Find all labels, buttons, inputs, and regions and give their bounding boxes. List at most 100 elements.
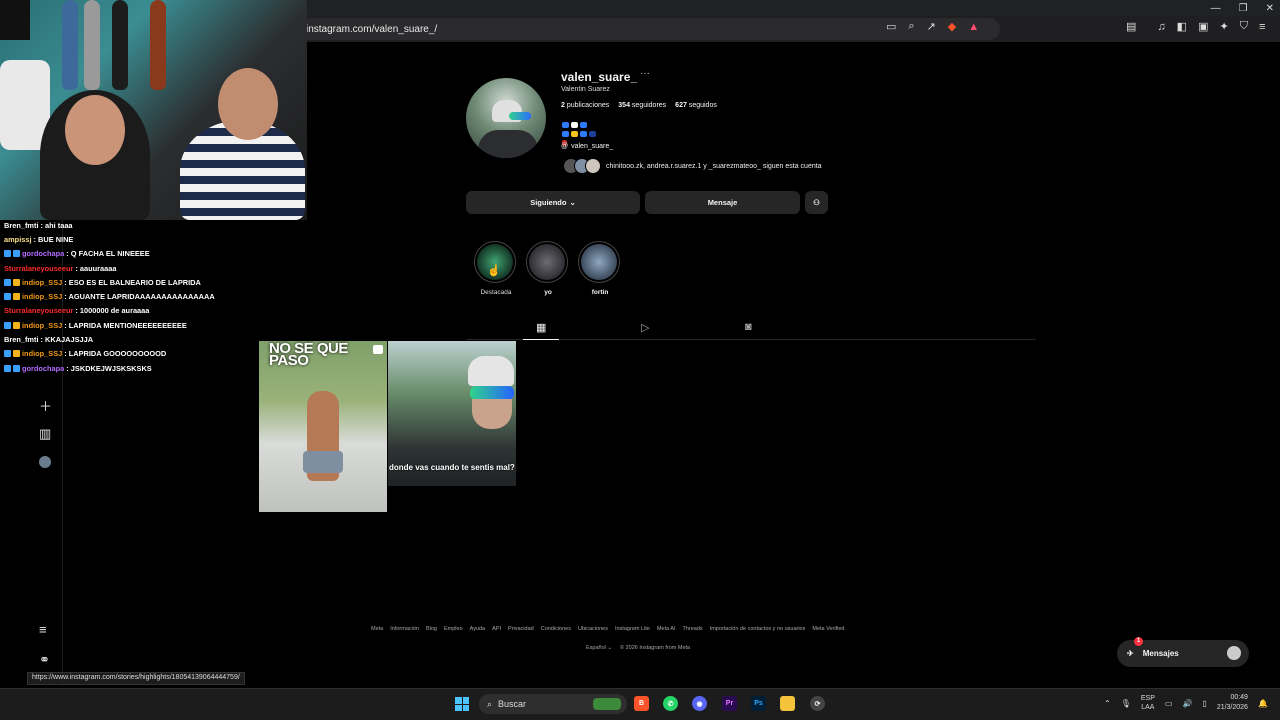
- chat-message: indiop_SSJ: LAPRIDA MENTIONEEEEEEEEEE: [0, 318, 306, 332]
- add-person-icon: ⚇: [813, 198, 820, 207]
- window-controls: — ❐ ✕: [1211, 0, 1274, 16]
- chat-username: ampissj: [4, 234, 32, 244]
- footer-link[interactable]: Información: [390, 626, 419, 632]
- guitar-image: [150, 0, 166, 90]
- network-icon[interactable]: ▭: [1165, 699, 1173, 708]
- cap-shape: [468, 356, 514, 386]
- menu-icon[interactable]: ≡: [1259, 21, 1265, 33]
- footer-link[interactable]: Importación de contactos y no usuarios: [710, 626, 806, 632]
- leo-ai-icon[interactable]: ✦: [1219, 20, 1228, 33]
- avatar-body: [478, 130, 538, 158]
- highlight-fortin[interactable]: fortin: [578, 241, 622, 296]
- followed-by[interactable]: chinitooo.zk, andrea.r.suarez.1 y _suare…: [563, 158, 826, 174]
- photoshop-app-icon[interactable]: Ps: [751, 696, 766, 711]
- zoom-icon[interactable]: ⌕: [908, 20, 914, 33]
- tagged-icon[interactable]: ◙: [745, 321, 752, 333]
- following-stat[interactable]: 627 seguidos: [675, 102, 717, 109]
- chat-username: indiop_SSJ: [22, 320, 63, 330]
- footer-link[interactable]: Threads: [682, 626, 702, 632]
- message-button[interactable]: Mensaje: [645, 191, 800, 214]
- vpn-icon[interactable]: ⛉: [1240, 20, 1248, 33]
- premiere-app-icon[interactable]: Pr: [722, 696, 737, 711]
- chat-message: indiop_SSJ: ESO ES EL BALNEARIO DE LAPRI…: [0, 275, 306, 289]
- media-icon[interactable]: ♫: [1157, 21, 1165, 33]
- chat-badge-icon: [13, 278, 20, 286]
- volume-icon[interactable]: 🔊: [1182, 699, 1192, 708]
- unread-badge: 1: [1134, 637, 1143, 646]
- language-indicator[interactable]: ESP LAA: [1141, 694, 1155, 712]
- post-title-text: NO SE QUE PASO: [269, 341, 348, 369]
- brave-rewards-icon[interactable]: ▲: [968, 21, 979, 33]
- file-explorer-icon[interactable]: [780, 696, 795, 711]
- chat-message: Sturralaneyouseeur: aauuraaaa: [0, 261, 306, 275]
- cast-icon[interactable]: ▭: [886, 20, 896, 33]
- highlight-label: yo: [544, 289, 552, 296]
- profile-avatar-icon[interactable]: [39, 456, 51, 468]
- footer-link[interactable]: Blog: [426, 626, 437, 632]
- post-thumbnail[interactable]: NO SE QUE PASO: [259, 341, 387, 512]
- footer-link[interactable]: Privacidad: [508, 626, 534, 632]
- footer-link[interactable]: Empleo: [444, 626, 463, 632]
- minimize-icon[interactable]: —: [1211, 3, 1221, 14]
- chat-badge-icon: [4, 350, 11, 358]
- profile-avatar[interactable]: [466, 78, 546, 158]
- battery-icon[interactable]: ▯: [1202, 699, 1206, 708]
- footer-link[interactable]: Ubicaciones: [578, 626, 608, 632]
- app-with-notification-icon[interactable]: ⟳: [810, 696, 825, 711]
- chat-badge-icon: [4, 364, 11, 372]
- footer-link[interactable]: Instagram Lite: [615, 626, 650, 632]
- footer-link[interactable]: Condiciones: [541, 626, 571, 632]
- footer-link[interactable]: Meta: [371, 626, 383, 632]
- clock[interactable]: 00:49 21/3/2026: [1217, 693, 1248, 713]
- following-button[interactable]: Siguiendo ⌄: [466, 191, 640, 214]
- profile-full-name: Valentin Suarez: [561, 86, 610, 93]
- windows-start-icon[interactable]: [455, 697, 469, 711]
- meta-apps-icon[interactable]: ⚭: [39, 652, 50, 668]
- notification-bell-icon[interactable]: 🔔: [1258, 699, 1268, 708]
- footer-link[interactable]: Ayuda: [470, 626, 486, 632]
- dashboard-icon[interactable]: ▥: [39, 426, 51, 442]
- footer-links: Meta Información Blog Empleo Ayuda API Privaci…: [371, 626, 844, 632]
- brave-shield-icon[interactable]: ◆: [948, 20, 956, 33]
- language-selector[interactable]: Español ⌄: [586, 645, 612, 651]
- whatsapp-app-icon[interactable]: ✆: [663, 696, 678, 711]
- sidebar-icon[interactable]: ◧: [1177, 20, 1187, 33]
- reader-mode-icon[interactable]: ▤: [1126, 20, 1136, 33]
- suggested-users-button[interactable]: ⚇: [805, 191, 828, 214]
- chevron-up-icon[interactable]: ⌃: [1104, 699, 1111, 708]
- restore-icon[interactable]: ❐: [1239, 3, 1248, 14]
- status-bar-url: https://www.instagram.com/stories/highli…: [27, 672, 245, 685]
- more-menu-icon[interactable]: ≡: [39, 622, 47, 637]
- chat-message: gordochapa: Q FACHA EL NINEEEE: [0, 247, 306, 261]
- brave-app-icon[interactable]: B: [634, 696, 649, 711]
- close-icon[interactable]: ✕: [1266, 3, 1274, 14]
- reels-icon[interactable]: ▷: [641, 321, 649, 334]
- chat-text: : KKAJAJSJJA: [40, 335, 94, 345]
- more-options-icon[interactable]: ···: [640, 68, 650, 79]
- face-shape: [472, 399, 512, 429]
- footer-link[interactable]: API: [492, 626, 501, 632]
- taskbar-search[interactable]: ⌕ Buscar: [479, 694, 627, 714]
- followers-stat[interactable]: 354 seguidores: [618, 102, 666, 109]
- chat-message: ampissj: BUE NINE: [0, 232, 306, 246]
- wallet-icon[interactable]: ▣: [1198, 20, 1208, 33]
- highlight-yo[interactable]: yo: [526, 241, 570, 296]
- highlight-cover: [581, 244, 617, 280]
- footer-link[interactable]: Meta AI: [657, 626, 676, 632]
- post-thumbnail[interactable]: donde vas cuando te sentis mal?: [388, 341, 516, 486]
- threads-icon: @: [561, 143, 569, 150]
- child-shorts: [303, 451, 343, 473]
- discord-app-icon[interactable]: ◉: [692, 696, 707, 711]
- chat-badge-icon: [13, 293, 20, 301]
- grid-posts-icon[interactable]: ▦: [536, 321, 546, 334]
- create-icon[interactable]: ＋: [39, 396, 52, 415]
- share-icon[interactable]: ↗: [927, 20, 936, 33]
- guitar-image: [84, 0, 100, 90]
- profile-username: valen_suare_: [561, 70, 638, 84]
- messages-button[interactable]: ✈ 1 Mensajes: [1117, 637, 1249, 667]
- footer-link[interactable]: Meta Verified: [812, 626, 844, 632]
- threads-link[interactable]: @ valen_suare_: [561, 143, 613, 150]
- chat-text: : ESO ES EL BALNEARIO DE LAPRIDA: [64, 277, 201, 287]
- chat-message: Bren_fmti: ahi taaa: [0, 218, 306, 232]
- microphone-icon[interactable]: 🎙: [1121, 699, 1131, 708]
